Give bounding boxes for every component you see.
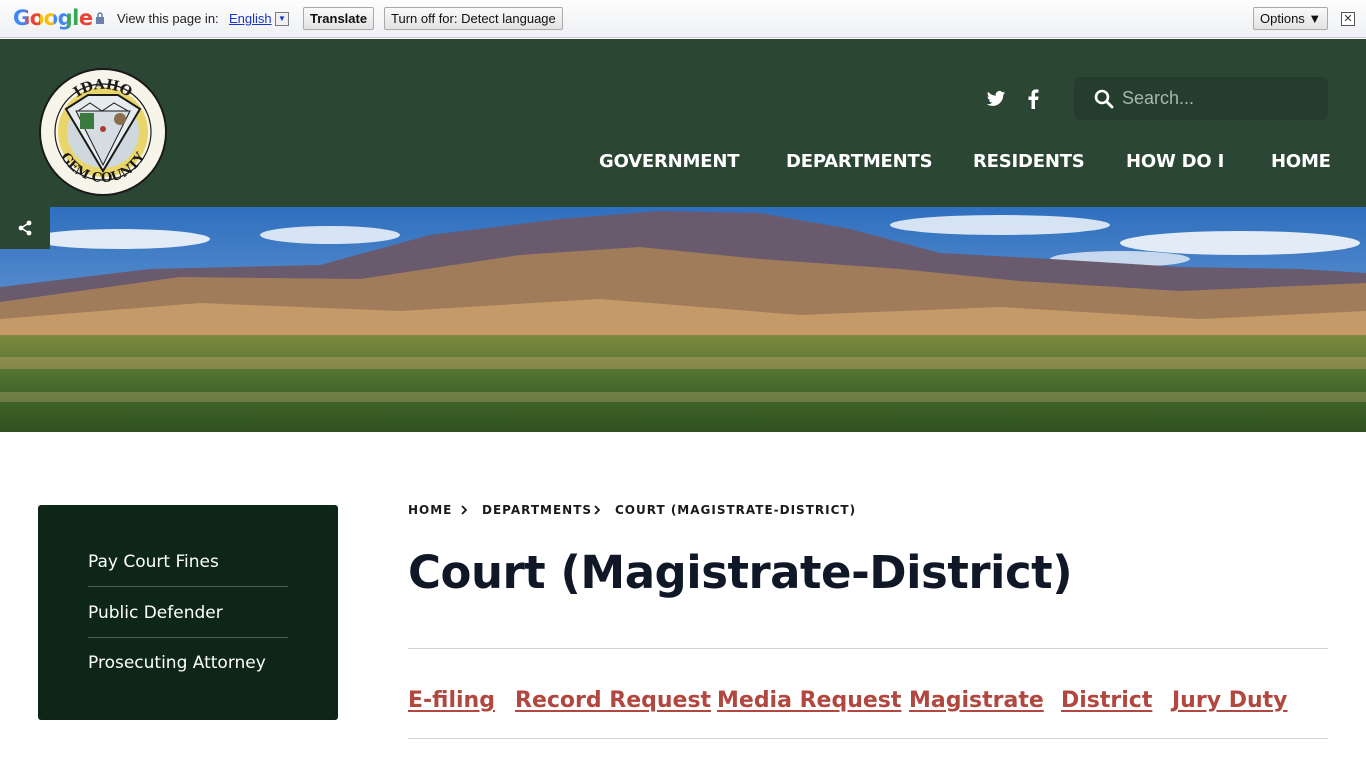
lock-icon bbox=[96, 12, 104, 24]
close-icon[interactable]: ✕ bbox=[1341, 12, 1355, 26]
facebook-icon[interactable] bbox=[1026, 89, 1040, 109]
search-icon[interactable] bbox=[1094, 89, 1114, 109]
search-input[interactable] bbox=[1122, 83, 1312, 114]
breadcrumb-current: COURT (MAGISTRATE-DISTRICT) bbox=[615, 503, 857, 517]
sidebar-item-public-defender[interactable]: Public Defender bbox=[88, 588, 288, 638]
nav-home[interactable]: HOME bbox=[1271, 151, 1331, 172]
nav-government[interactable]: GOVERNMENT bbox=[599, 151, 739, 172]
county-seal-logo[interactable]: IDAHO GEM COUNTY bbox=[38, 67, 168, 197]
nav-residents[interactable]: RESIDENTS bbox=[973, 151, 1085, 172]
nav-how-do-i[interactable]: HOW DO I bbox=[1126, 151, 1224, 172]
share-icon[interactable] bbox=[17, 220, 33, 236]
breadcrumb-departments[interactable]: DEPARTMENTS bbox=[482, 503, 592, 517]
translate-button[interactable]: Translate bbox=[303, 7, 375, 30]
translate-bar: Google View this page in: English ▼ Tran… bbox=[0, 0, 1366, 38]
share-button[interactable] bbox=[0, 207, 50, 249]
sidebar-menu: Pay Court Fines Public Defender Prosecut… bbox=[38, 505, 338, 720]
breadcrumb-home[interactable]: HOME bbox=[408, 503, 452, 517]
turn-off-button[interactable]: Turn off for: Detect language bbox=[384, 7, 563, 30]
divider bbox=[408, 738, 1328, 739]
nav-departments[interactable]: DEPARTMENTS bbox=[786, 151, 933, 172]
twitter-icon[interactable] bbox=[986, 89, 1006, 109]
hero-landscape-image bbox=[0, 207, 1366, 432]
page-title: Court (Magistrate-District) bbox=[408, 546, 1073, 599]
chevron-right-icon bbox=[594, 505, 601, 515]
sidebar-item-pay-court-fines[interactable]: Pay Court Fines bbox=[88, 537, 288, 587]
link-jury-duty[interactable]: Jury Duty bbox=[1172, 688, 1287, 713]
options-button[interactable]: Options ▼ bbox=[1253, 7, 1329, 30]
language-dropdown-icon[interactable]: ▼ bbox=[275, 12, 289, 26]
chevron-right-icon bbox=[461, 505, 468, 515]
link-record-request[interactable]: Record Request bbox=[515, 688, 711, 713]
link-media-request[interactable]: Media Request bbox=[717, 688, 901, 713]
link-e-filing[interactable]: E-filing bbox=[408, 688, 495, 713]
sidebar-item-prosecuting-attorney[interactable]: Prosecuting Attorney bbox=[88, 638, 288, 688]
view-page-label: View this page in: bbox=[117, 11, 219, 26]
divider bbox=[408, 648, 1328, 649]
search-box[interactable] bbox=[1074, 77, 1328, 120]
language-select[interactable]: English bbox=[229, 11, 272, 26]
google-logo: Google bbox=[13, 6, 93, 30]
link-magistrate[interactable]: Magistrate bbox=[909, 688, 1044, 713]
site-header: IDAHO GEM COUNTY GOVERNMENT DEPARTMENTS … bbox=[0, 39, 1366, 207]
link-district[interactable]: District bbox=[1061, 688, 1152, 713]
